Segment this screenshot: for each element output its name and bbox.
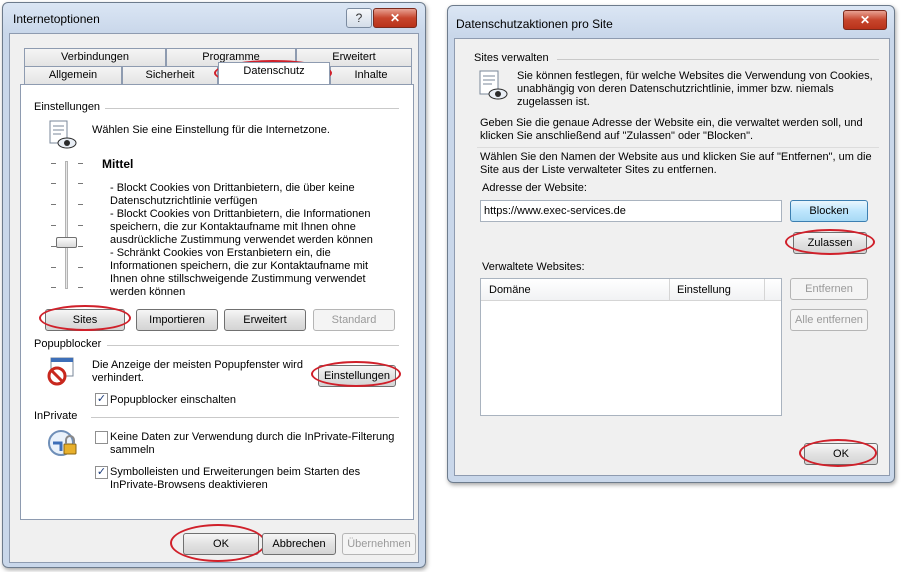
- advanced-button[interactable]: Erweitert: [224, 309, 306, 331]
- popup-group-label: Popupblocker: [34, 338, 102, 350]
- level-desc-line: Datenschutzrichtlinie verfügen: [110, 195, 258, 207]
- popup-settings-button[interactable]: Einstellungen: [318, 365, 396, 387]
- inprivate-filter-checkbox[interactable]: [95, 431, 108, 444]
- level-desc-line: ausdrückliche Zustimmung verwendet werde…: [110, 234, 373, 246]
- window-title: Internetoptionen: [13, 12, 100, 26]
- privacy-level-name: Mittel: [102, 157, 134, 171]
- level-desc-line: - Schränkt Cookies von Erstanbietern ein…: [110, 247, 331, 259]
- level-desc-line: werden können: [110, 286, 186, 298]
- intro-line-2: unabhängig von deren Datenschutzrichtlin…: [517, 83, 834, 95]
- inprivate-toolbars-checkbox[interactable]: ✓: [95, 466, 108, 479]
- inprivate-filter-label-2: sammeln: [110, 444, 155, 456]
- column-header-setting[interactable]: Einstellung: [677, 284, 731, 297]
- website-address-input[interactable]: https://www.exec-services.de: [480, 200, 782, 222]
- popup-blocker-checkbox[interactable]: ✓: [95, 393, 108, 406]
- privacy-policy-icon: [47, 119, 77, 151]
- dialog-body: Verbindungen Programme Erweitert Allgeme…: [9, 33, 419, 563]
- inprivate-group-label: InPrivate: [34, 410, 78, 422]
- tab-sicherheit[interactable]: Sicherheit: [122, 66, 218, 84]
- instruction-2-line-2: Site aus der Liste verwalteter Sites zu …: [480, 164, 717, 176]
- slider-tick: [51, 267, 56, 268]
- level-desc-line: - Blockt Cookies von Drittanbietern, die…: [110, 182, 355, 194]
- default-button[interactable]: Standard: [313, 309, 395, 331]
- slider-tick: [78, 163, 83, 164]
- remove-all-button[interactable]: Alle entfernen: [790, 309, 868, 331]
- level-desc-line: - Blockt Cookies von Drittanbietern, die…: [110, 208, 371, 220]
- address-label: Adresse der Website:: [482, 182, 587, 194]
- manage-sites-group-label: Sites verwalten: [474, 52, 549, 64]
- ok-button[interactable]: OK: [183, 533, 259, 555]
- slider-tick: [51, 225, 56, 226]
- instruction-divider: [477, 147, 879, 148]
- apply-button[interactable]: Übernehmen: [342, 533, 416, 555]
- ok-button[interactable]: OK: [804, 443, 878, 465]
- per-site-privacy-window: Datenschutzaktionen pro Site ✕ Sites ver…: [447, 5, 895, 483]
- window-title: Datenschutzaktionen pro Site: [456, 17, 613, 31]
- settings-group-divider: [105, 108, 399, 109]
- tab-datenschutz[interactable]: Datenschutz: [218, 62, 330, 84]
- popup-blocker-icon: [45, 355, 77, 387]
- allow-button[interactable]: Zulassen: [793, 232, 867, 254]
- slider-tick: [51, 163, 56, 164]
- cancel-button[interactable]: Abbrechen: [262, 533, 336, 555]
- slider-tick: [51, 183, 56, 184]
- popup-description-1: Die Anzeige der meisten Popupfenster wir…: [92, 359, 303, 371]
- slider-tick: [78, 287, 83, 288]
- level-desc-line: Ihnen ohne stillschweigende Zustimmung v…: [110, 273, 366, 285]
- manage-sites-group-divider: [557, 59, 879, 60]
- sites-button[interactable]: Sites: [45, 309, 125, 331]
- slider-tick: [51, 287, 56, 288]
- managed-sites-list[interactable]: Domäne Einstellung: [480, 278, 782, 416]
- list-header: Domäne Einstellung: [481, 279, 781, 301]
- help-button[interactable]: ?: [346, 8, 372, 28]
- tab-inhalte[interactable]: Inhalte: [330, 66, 412, 84]
- slider-tick: [78, 267, 83, 268]
- settings-intro-text: Wählen Sie eine Einstellung für die Inte…: [92, 124, 330, 136]
- title-bar[interactable]: Internetoptionen ? ✕: [3, 3, 425, 33]
- instruction-1-line-2: klicken Sie anschließend auf "Zulassen" …: [480, 130, 754, 142]
- tab-verbindungen[interactable]: Verbindungen: [24, 48, 166, 66]
- inprivate-toolbars-label-2: InPrivate-Browsens deaktivieren: [110, 479, 268, 491]
- remove-button[interactable]: Entfernen: [790, 278, 868, 300]
- close-button[interactable]: ✕: [373, 8, 417, 28]
- dialog-body: Sites verwalten Sie können festlegen, fü…: [454, 38, 890, 476]
- slider-track: [65, 161, 68, 289]
- privacy-level-description: - Blockt Cookies von Drittanbietern, die…: [110, 182, 400, 299]
- managed-sites-label: Verwaltete Websites:: [482, 261, 585, 273]
- column-separator: [669, 279, 670, 301]
- close-button[interactable]: ✕: [843, 10, 887, 30]
- title-bar[interactable]: Datenschutzaktionen pro Site ✕: [448, 6, 894, 36]
- popup-group-divider: [107, 345, 399, 346]
- column-separator: [764, 279, 765, 301]
- privacy-level-slider[interactable]: [49, 161, 85, 291]
- level-desc-line: Informationen speichern, die zur Kontakt…: [110, 260, 369, 272]
- tab-page-datenschutz: Einstellungen Wählen Sie eine Einstellun…: [20, 84, 414, 520]
- intro-line-1: Sie können festlegen, für welche Website…: [517, 70, 873, 82]
- privacy-policy-icon: [477, 69, 509, 103]
- level-desc-line: speichern, die zur Kontaktaufname mit Ih…: [110, 221, 356, 233]
- import-button[interactable]: Importieren: [136, 309, 218, 331]
- block-button[interactable]: Blocken: [790, 200, 868, 222]
- settings-group-label: Einstellungen: [34, 101, 101, 113]
- inprivate-filter-label-1: Keine Daten zur Verwendung durch die InP…: [110, 431, 395, 443]
- tab-allgemein[interactable]: Allgemein: [24, 66, 122, 84]
- popup-description-2: verhindert.: [92, 372, 144, 384]
- inprivate-group-divider: [91, 417, 399, 418]
- slider-tick: [78, 246, 83, 247]
- inprivate-toolbars-label-1: Symbolleisten und Erweiterungen beim Sta…: [110, 466, 361, 478]
- intro-line-3: zugelassen ist.: [517, 96, 590, 108]
- instruction-2-line-1: Wählen Sie den Namen der Website aus und…: [480, 151, 872, 163]
- slider-tick: [78, 225, 83, 226]
- slider-tick: [78, 183, 83, 184]
- popup-blocker-checkbox-label: Popupblocker einschalten: [110, 394, 236, 406]
- inprivate-icon: [47, 427, 79, 459]
- slider-tick: [51, 204, 56, 205]
- column-header-domain[interactable]: Domäne: [489, 284, 531, 297]
- internet-options-window: Internetoptionen ? ✕ Verbindungen Progra…: [2, 2, 426, 568]
- instruction-1-line-1: Geben Sie die genaue Adresse der Website…: [480, 117, 863, 129]
- slider-thumb[interactable]: [56, 237, 77, 248]
- slider-tick: [78, 204, 83, 205]
